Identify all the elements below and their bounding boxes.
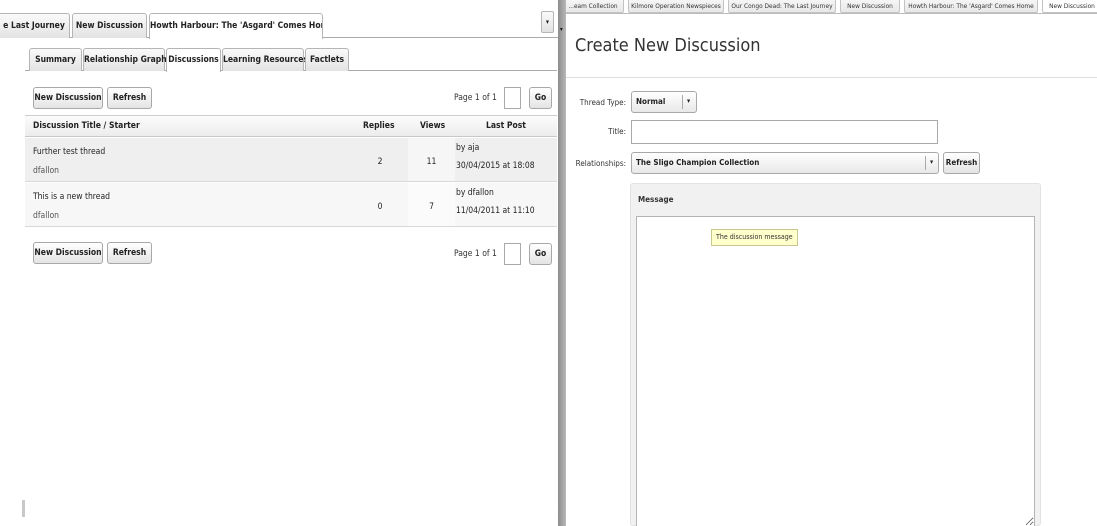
tab-summary[interactable]: Summary <box>29 48 82 71</box>
column-header-title[interactable]: Discussion Title / Starter <box>33 121 140 131</box>
discussion-grid-header: Discussion Title / Starter Replies Views… <box>25 115 557 137</box>
page-indicator: Page 1 of 1 <box>454 93 497 103</box>
document-tab-bar: e Last Journey New Discussion Howth Harb… <box>0 13 558 39</box>
doc-tab-new-discussion[interactable]: New Discussion <box>72 13 147 38</box>
table-row[interactable]: Further test thread dfallon 2 11 by aja … <box>25 138 557 182</box>
chevron-down-icon: ▾ <box>930 158 934 166</box>
message-tooltip: The discussion message <box>711 229 798 246</box>
pane-splitter[interactable] <box>558 0 566 526</box>
select-separator <box>682 95 683 109</box>
create-discussion-pane: ...eam Collection Kilmore Operation News… <box>566 0 1097 526</box>
message-textarea[interactable] <box>636 216 1035 526</box>
go-button-bottom[interactable]: Go <box>529 243 552 265</box>
chevron-down-icon: ▾ <box>545 18 550 26</box>
last-post-date: 30/04/2015 at 18:08 <box>456 161 535 171</box>
tab-congo-dead[interactable]: Our Congo Dead: The Last Journey <box>728 0 836 13</box>
replies-count: 2 <box>377 157 383 167</box>
select-separator <box>925 156 926 170</box>
relationships-label: Relationships: <box>575 159 626 168</box>
column-header-last-post[interactable]: Last Post <box>486 121 526 131</box>
go-button[interactable]: Go <box>529 87 552 109</box>
views-count: 11 <box>426 157 437 167</box>
tab-new-discussion[interactable]: New Discussion <box>840 0 900 13</box>
title-label: Title: <box>608 127 626 136</box>
refresh-button[interactable]: Refresh <box>107 87 152 109</box>
scrollbar-thumb[interactable] <box>22 500 25 517</box>
page-title: Create New Discussion <box>575 35 761 56</box>
relationships-select[interactable]: The Sligo Champion Collection ▾ <box>631 152 939 174</box>
title-input[interactable] <box>631 120 938 144</box>
views-count: 7 <box>429 202 434 212</box>
detail-tab-bar: Summary Relationship Graph Discussions L… <box>25 48 557 72</box>
column-header-views[interactable]: Views <box>420 121 445 131</box>
last-post-author: by dfallon <box>456 188 494 198</box>
discussion-starter: dfallon <box>33 211 60 221</box>
thread-type-label: Thread Type: <box>579 98 626 107</box>
last-post-author: by aja <box>456 143 480 153</box>
last-post-date: 11/04/2011 at 11:10 <box>456 206 535 216</box>
message-label: Message <box>638 195 674 204</box>
collapse-arrow-icon[interactable]: ▾ <box>560 26 563 33</box>
page-number-input[interactable] <box>504 87 521 109</box>
discussion-list-pane: e Last Journey New Discussion Howth Harb… <box>0 0 558 526</box>
table-row[interactable]: This is a new thread dfallon 0 7 by dfal… <box>25 183 557 227</box>
thread-type-value: Normal <box>636 97 666 106</box>
column-header-replies[interactable]: Replies <box>363 121 395 131</box>
tab-relationship-graph[interactable]: Relationship Graph <box>83 48 167 71</box>
tab-learning-resources[interactable]: Learning Resources <box>222 48 308 71</box>
tab-factlets[interactable]: Factlets <box>305 48 349 71</box>
discussion-title-link[interactable]: Further test thread <box>33 147 105 157</box>
refresh-button-bottom[interactable]: Refresh <box>107 242 152 264</box>
chevron-down-icon: ▾ <box>687 97 691 105</box>
replies-count: 0 <box>377 202 383 212</box>
right-tab-bar: ...eam Collection Kilmore Operation News… <box>566 0 1097 14</box>
relationships-refresh-button[interactable]: Refresh <box>943 152 980 174</box>
doc-tab-last-journey[interactable]: e Last Journey <box>0 13 70 38</box>
discussion-title-link[interactable]: This is a new thread <box>33 192 110 202</box>
tab-new-discussion-active[interactable]: New Discussion <box>1042 0 1097 13</box>
thread-type-select[interactable]: Normal ▾ <box>631 91 697 113</box>
tab-discussions[interactable]: Discussions <box>166 48 221 72</box>
tab-kilmore-newspieces[interactable]: Kilmore Operation Newspieces <box>628 0 724 13</box>
page-indicator-bottom: Page 1 of 1 <box>454 249 497 259</box>
discussion-starter: dfallon <box>33 166 60 176</box>
tab-list-dropdown-button[interactable]: ▾ <box>541 11 554 33</box>
tab-howth-harbour[interactable]: Howth Harbour: The 'Asgard' Comes Home <box>904 0 1038 13</box>
tab-collection[interactable]: ...eam Collection <box>566 0 624 13</box>
relationships-value: The Sligo Champion Collection <box>636 158 760 167</box>
page-number-input-bottom[interactable] <box>504 243 521 265</box>
message-panel: Message The discussion message <box>630 183 1041 526</box>
doc-tab-howth-harbour[interactable]: Howth Harbour: The 'Asgard' Comes Home <box>149 13 323 39</box>
divider <box>566 77 1097 78</box>
new-discussion-button[interactable]: New Discussion <box>33 87 103 109</box>
new-discussion-button-bottom[interactable]: New Discussion <box>33 242 103 264</box>
